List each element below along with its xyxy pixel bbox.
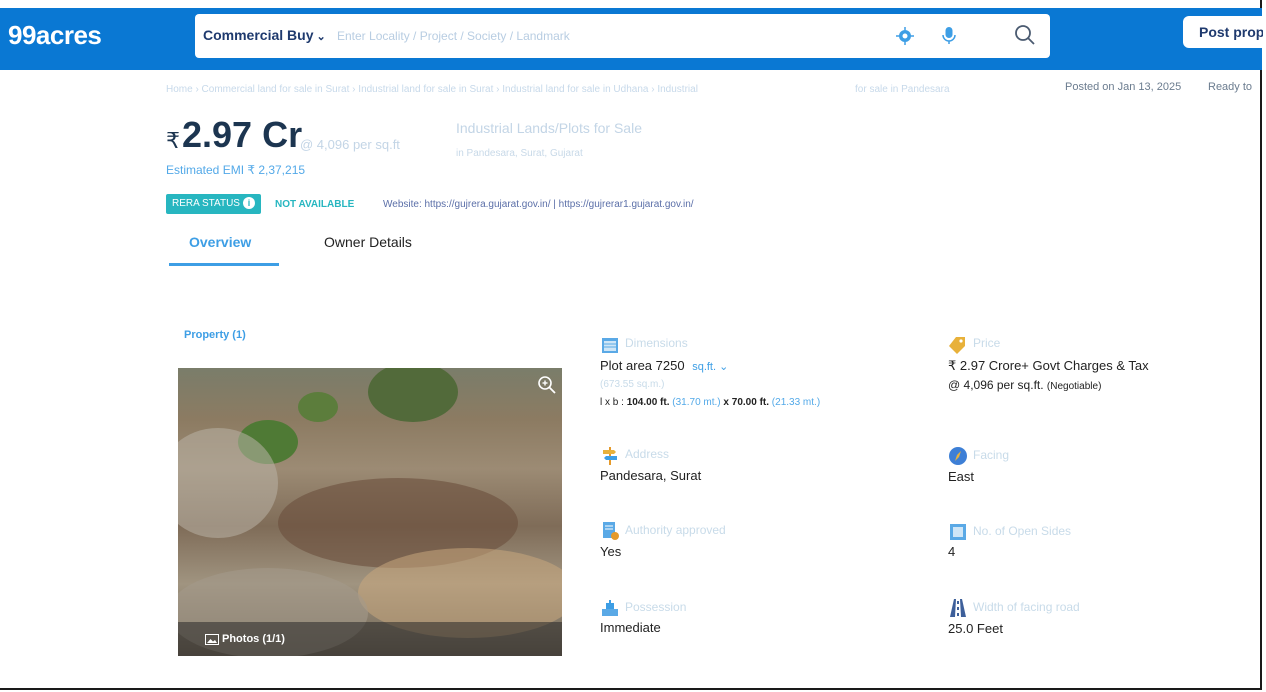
estimated-emi-link[interactable]: Estimated EMI ₹ 2,37,215: [166, 163, 305, 177]
post-button-clip: Post prop: [1183, 0, 1263, 80]
chevron-down-icon: ⌄: [719, 361, 729, 373]
rera-badge-label: RERA STATUS: [172, 198, 240, 209]
lxb-prefix: l x b :: [600, 397, 624, 408]
plot-area: Plot area 7250: [600, 358, 685, 373]
logo[interactable]: 99acres: [8, 20, 102, 51]
price-label: Price: [973, 336, 1001, 350]
possession-icon: [602, 600, 618, 616]
open-sides-icon: [950, 524, 966, 540]
document-approved-icon: [603, 522, 619, 540]
breadcrumb-tail[interactable]: for sale in Pandesara: [855, 84, 950, 95]
authority-value: Yes: [600, 544, 622, 559]
open-sides-label: No. of Open Sides: [973, 524, 1072, 538]
rera-website-link[interactable]: Website: https://gujrera.gujarat.gov.in/…: [383, 199, 694, 210]
tab-overview[interactable]: Overview: [189, 234, 251, 250]
length-m: (31.70 mt.): [672, 397, 721, 408]
price-per-sqft: @ 4,096 per sq.ft: [300, 137, 400, 152]
active-tab-indicator: [169, 263, 279, 266]
price-tag-icon: [949, 337, 965, 354]
lxb-dimensions: l x b : 104.00 ft. (31.70 mt.) x 70.00 f…: [600, 397, 820, 408]
possession-value: Immediate: [600, 620, 661, 635]
possession-label: Possession: [625, 600, 687, 614]
dimensions-icon: [602, 338, 618, 353]
search-type-dropdown[interactable]: Commercial Buy ⌄: [203, 27, 326, 43]
rera-status-badge[interactable]: RERA STATUS i: [166, 194, 261, 214]
compass-icon: [949, 447, 967, 465]
property-title: Industrial Lands/Plots for Sale: [456, 120, 642, 136]
facing-value: East: [948, 469, 975, 484]
price-value: ₹ 2.97 Crore+ Govt Charges & Tax: [948, 358, 1149, 373]
tab-owner-details[interactable]: Owner Details: [324, 234, 412, 250]
rera-status-value: NOT AVAILABLE: [275, 199, 355, 210]
image-icon: [205, 634, 219, 645]
location-icon[interactable]: [895, 26, 915, 46]
currency-symbol: ₹: [166, 128, 180, 153]
signpost-icon: [603, 447, 617, 465]
zoom-icon[interactable]: [536, 374, 558, 396]
unit-dropdown[interactable]: sq.ft. ⌄: [692, 361, 728, 373]
property-photo[interactable]: [178, 368, 562, 656]
negotiable-note: (Negotiable): [1046, 381, 1102, 392]
microphone-icon[interactable]: [939, 25, 959, 47]
photo-count[interactable]: Photos (1/1): [222, 633, 285, 645]
unit-label: sq.ft.: [692, 361, 717, 373]
facing-label: Facing: [973, 448, 1010, 462]
section-label: Property (1): [184, 329, 246, 341]
price-per-detail: @ 4,096 per sq.ft. (Negotiable): [948, 378, 1101, 392]
property-location: in Pandesara, Surat, Gujarat: [456, 148, 583, 159]
length-ft: 104.00 ft.: [626, 397, 670, 408]
posted-date: Posted on Jan 13, 2025: [1065, 81, 1182, 93]
lxb-separator: x: [723, 397, 729, 408]
dimensions-label: Dimensions: [625, 336, 688, 350]
chevron-down-icon: ⌄: [316, 31, 326, 43]
authority-label: Authority approved: [625, 523, 726, 537]
plot-area-value: Plot area 7250 sq.ft. ⌄: [600, 358, 728, 373]
breadth-ft: 70.00 ft.: [731, 397, 770, 408]
breadth-m: (21.33 mt.): [771, 397, 821, 408]
open-sides-value: 4: [948, 544, 956, 559]
top-header: 99acres Commercial Buy ⌄: [0, 8, 1262, 70]
search-bar: Commercial Buy ⌄: [195, 14, 1050, 58]
search-input[interactable]: [335, 22, 879, 50]
info-icon[interactable]: i: [242, 197, 255, 209]
post-property-button[interactable]: Post prop: [1183, 16, 1263, 48]
search-type-label: Commercial Buy: [203, 27, 314, 43]
road-icon: [950, 599, 966, 617]
search-icon[interactable]: [1013, 23, 1037, 47]
breadcrumb[interactable]: Home › Commercial land for sale in Surat…: [166, 84, 698, 95]
price-per-sqft-detail: @ 4,096 per sq.ft.: [948, 378, 1044, 392]
plot-area-sqm: (673.55 sq.m.): [600, 379, 665, 390]
address-label: Address: [625, 447, 670, 461]
road-width-value: 25.0 Feet: [948, 621, 1003, 636]
road-width-label: Width of facing road: [973, 600, 1080, 614]
ready-status: Ready to: [1208, 81, 1253, 93]
price-amount: 2.97 Cr: [182, 114, 303, 155]
address-value: Pandesara, Surat: [600, 468, 702, 483]
